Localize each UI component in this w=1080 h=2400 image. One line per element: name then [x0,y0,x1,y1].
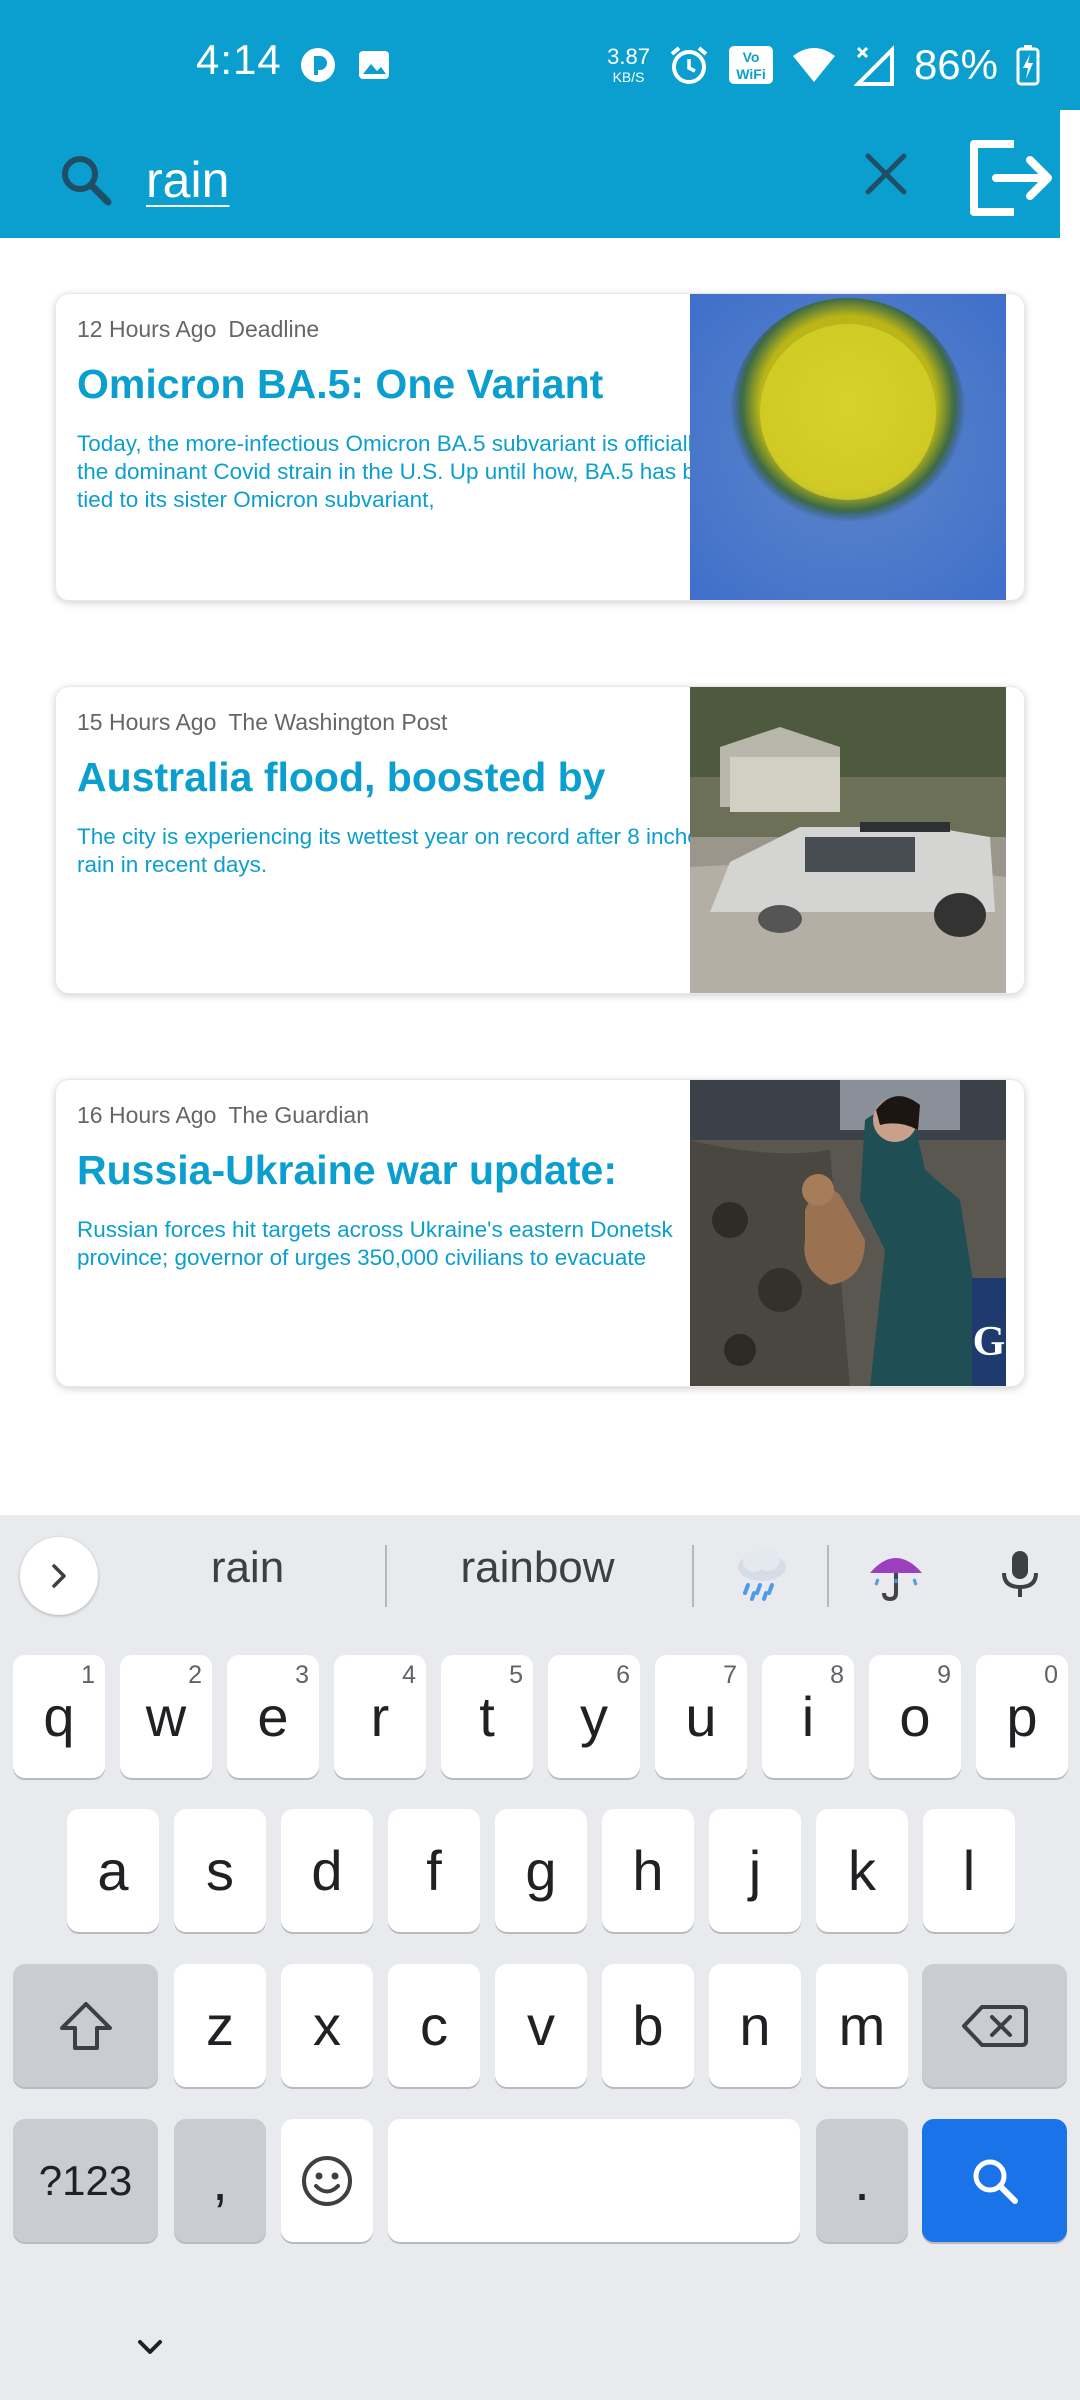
appbar-edge [1060,110,1080,238]
search-action-key[interactable] [922,2119,1067,2242]
wifi-icon [792,48,835,82]
key-m[interactable]: m [816,1964,908,2087]
news-time: 15 Hours Ago [77,709,217,735]
vowifi-icon: Vo WiFi [728,46,773,84]
divider [385,1545,387,1607]
keyboard: rain rainbow q1 w2 e3 r4 t5 y6 u7 i8 o9 … [0,1515,1080,2400]
chevron-down-icon[interactable] [132,2330,168,2366]
smiley-icon [302,2155,352,2206]
logout-icon[interactable] [960,128,1060,228]
key-y[interactable]: y6 [548,1655,640,1778]
key-o[interactable]: o9 [869,1655,961,1778]
key-l[interactable]: l [923,1809,1015,1932]
divider [827,1545,829,1607]
news-meta: 15 Hours Ago The Washington Post [77,709,737,736]
svg-text:Vo: Vo [743,49,760,65]
umbrella-emoji[interactable] [866,1543,926,1603]
suggestion-rainbow[interactable]: rainbow [430,1543,645,1593]
rain-cloud-emoji[interactable] [732,1543,792,1603]
news-time: 16 Hours Ago [77,1102,217,1128]
news-meta: 16 Hours Ago The Guardian [77,1102,737,1129]
divider [692,1545,694,1607]
news-summary: Russian forces hit targets across Ukrain… [77,1217,673,1270]
comma-key[interactable]: , [174,2119,266,2242]
suggestion-bar: rain rainbow [0,1515,1080,1633]
news-title: Australia flood, boosted by [77,754,606,800]
space-key[interactable] [388,2119,800,2242]
news-card[interactable]: 16 Hours Ago The Guardian Russia-Ukraine … [55,1079,1025,1387]
search-icon [973,2159,1018,2204]
woman-with-dog-image: G [690,1080,1006,1386]
key-z[interactable]: z [174,1964,266,2087]
key-h[interactable]: h [602,1809,694,1932]
key-c[interactable]: c [388,1964,480,2087]
key-x[interactable]: x [281,1964,373,2087]
key-s[interactable]: s [174,1809,266,1932]
signal-icon [853,45,894,86]
search-bar [0,128,1060,238]
key-f[interactable]: f [388,1809,480,1932]
news-summary: Today, the more-infectious Omicron BA.5 … [77,431,733,512]
news-title: Omicron BA.5: One Variant [77,361,604,407]
key-k[interactable]: k [816,1809,908,1932]
expand-toolbar-button[interactable] [20,1537,98,1615]
search-icon [62,156,112,206]
key-w[interactable]: w2 [120,1655,212,1778]
key-b[interactable]: b [602,1964,694,2087]
search-input[interactable] [146,146,846,214]
flooded-truck-image [690,687,1006,993]
status-bar: 4:14 3.87 KB/S Vo WiFi 86% [0,0,1080,128]
news-source: The Guardian [228,1102,370,1128]
image-icon [359,51,389,79]
key-p[interactable]: p0 [976,1655,1068,1778]
shift-key[interactable] [13,1964,158,2087]
network-speed: 3.87 KB/S [607,44,650,85]
key-d[interactable]: d [281,1809,373,1932]
key-n[interactable]: n [709,1964,801,2087]
close-icon[interactable] [858,146,914,202]
news-summary: The city is experiencing its wettest yea… [77,824,737,877]
key-q[interactable]: q1 [13,1655,105,1778]
key-u[interactable]: u7 [655,1655,747,1778]
suggestion-rain[interactable]: rain [170,1543,325,1593]
backspace-key[interactable] [922,1964,1067,2087]
microphone-icon[interactable] [990,1543,1050,1603]
period-key[interactable]: . [816,2119,908,2242]
key-a[interactable]: a [67,1809,159,1932]
battery-percent: 86% [913,41,998,88]
shift-icon [59,2001,112,2050]
key-e[interactable]: e3 [227,1655,319,1778]
virus-microscope-image [690,294,1006,600]
key-t[interactable]: t5 [441,1655,533,1778]
news-title: Russia-Ukraine war update: [77,1147,617,1193]
status-time: 4:14 [196,36,282,83]
key-g[interactable]: g [495,1809,587,1932]
news-source: Deadline [228,316,320,342]
key-v[interactable]: v [495,1964,587,2087]
alarm-icon [670,46,708,84]
symbols-key[interactable]: ?123 [13,2119,158,2242]
battery-charging-icon [1016,45,1040,86]
news-card[interactable]: 15 Hours Ago The Washington Post Australi… [55,686,1025,994]
key-j[interactable]: j [709,1809,801,1932]
news-time: 12 Hours Ago [77,316,217,342]
svg-text:G: G [973,1319,1006,1365]
news-source: The Washington Post [228,709,448,735]
news-meta: 12 Hours Ago Deadline [77,316,737,343]
svg-text:WiFi: WiFi [736,66,765,82]
app-notification-icon [301,48,335,82]
emoji-key[interactable] [281,2119,373,2242]
news-card[interactable]: 12 Hours Ago Deadline Omicron BA.5: One V… [55,293,1025,601]
chevron-right-icon [52,1564,66,1588]
key-i[interactable]: i8 [762,1655,854,1778]
key-r[interactable]: r4 [334,1655,426,1778]
backspace-icon [961,2004,1028,2047]
